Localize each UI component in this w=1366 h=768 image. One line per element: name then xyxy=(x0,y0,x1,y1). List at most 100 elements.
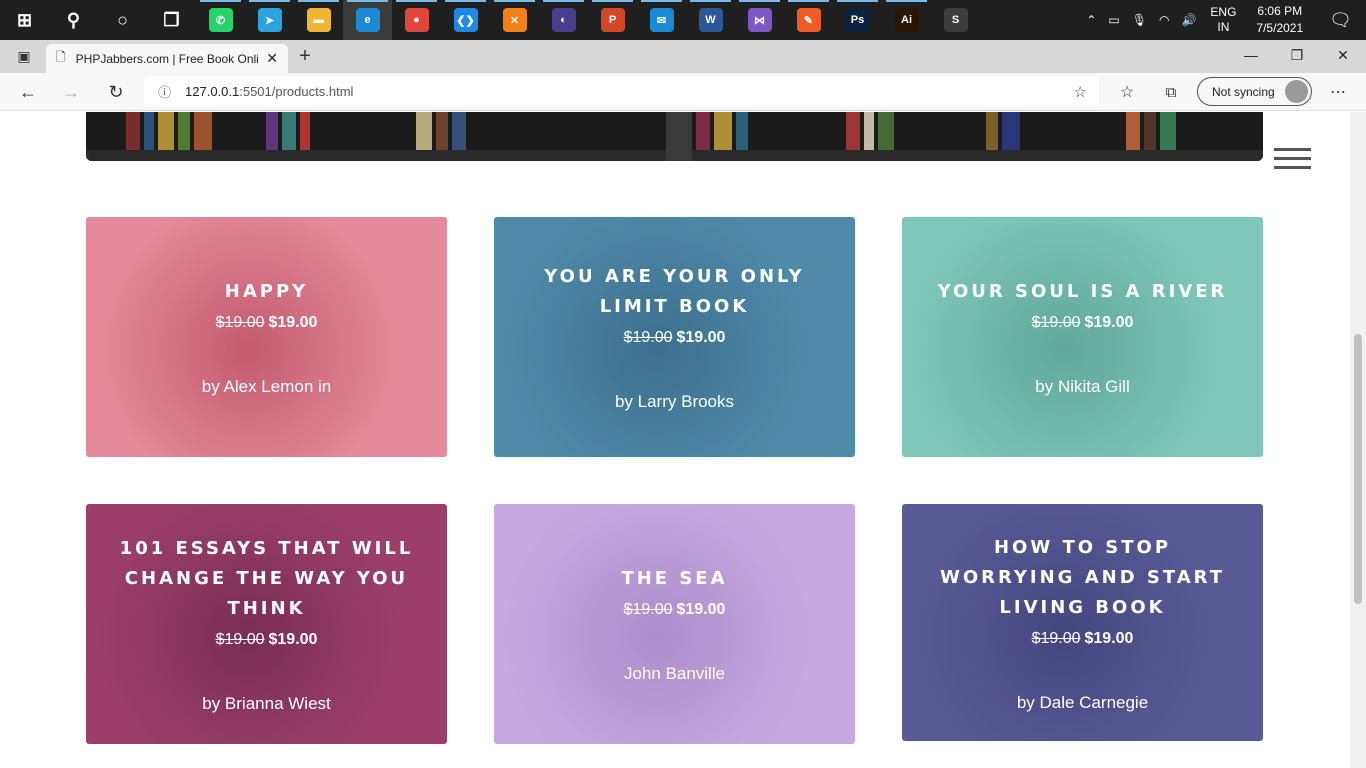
taskbar-button[interactable]: e xyxy=(343,0,392,40)
sale-price: $19.00 xyxy=(676,601,726,618)
product-title[interactable]: 101 essays that will change the way you … xyxy=(106,534,427,624)
clock-date: 7/5/2021 xyxy=(1256,21,1304,35)
whatsapp-icon: ✆ xyxy=(208,8,233,32)
new-tab-icon[interactable]: + xyxy=(290,41,320,71)
product-card[interactable]: Happy $19.00 $19.00 by Alex Lemon in xyxy=(86,217,447,457)
volume-icon[interactable]: 🔊 xyxy=(1175,0,1202,40)
sync-button[interactable]: Not syncing xyxy=(1197,77,1312,106)
language-region: IN xyxy=(1217,20,1230,34)
taskbar-button[interactable]: S xyxy=(931,0,980,40)
taskbar-button[interactable]: ❮❯ xyxy=(441,0,490,40)
back-icon[interactable]: ← xyxy=(13,77,43,107)
battery-icon[interactable]: ▭ xyxy=(1102,0,1125,40)
illustrator-icon: Ai xyxy=(894,8,919,32)
system-tray: ⌃ ▭ 🎙 ◠ 🔊 ENG IN 6:06 PM 7/5/2021 🗨 xyxy=(1080,0,1366,40)
product-card[interactable]: 101 essays that will change the way you … xyxy=(86,504,447,744)
language-indicator[interactable]: ENG IN xyxy=(1202,0,1244,40)
product-price: $19.00 $19.00 xyxy=(216,307,318,339)
vscode-icon: ❮❯ xyxy=(453,8,478,32)
product-author: by Nikita Gill xyxy=(1035,377,1130,396)
product-author: John Banville xyxy=(623,664,726,683)
notifications-icon[interactable]: 🗨 xyxy=(1315,0,1366,40)
taskbar-button[interactable]: ✎ xyxy=(784,0,833,40)
old-price: $19.00 xyxy=(1031,314,1081,331)
taskbar-button[interactable]: Ps xyxy=(833,0,882,40)
sale-price: $19.00 xyxy=(676,329,726,346)
windows-start-icon: ⊞ xyxy=(12,8,37,32)
taskbar-button[interactable]: ✆ xyxy=(196,0,245,40)
taskbar-button[interactable]: ◐ xyxy=(539,0,588,40)
postman-icon: ✎ xyxy=(796,8,821,32)
taskbar-button[interactable]: ⋈ xyxy=(735,0,784,40)
photoshop-icon: Ps xyxy=(845,8,870,32)
page-scrollbar[interactable] xyxy=(1350,112,1366,768)
taskbar-button[interactable]: Ai xyxy=(882,0,931,40)
wifi-icon[interactable]: ◠ xyxy=(1153,0,1175,40)
word-icon: W xyxy=(698,8,723,32)
tab-actions-icon[interactable]: ▣ xyxy=(9,41,39,71)
edge-icon: e xyxy=(355,8,380,32)
product-author: by Brianna Wiest xyxy=(202,694,331,713)
file-explorer-icon: ▬ xyxy=(306,8,331,32)
taskbar-button[interactable]: ✉ xyxy=(637,0,686,40)
taskbar-button[interactable]: ○ xyxy=(98,0,147,40)
taskbar-button[interactable]: ● xyxy=(392,0,441,40)
favorites-icon[interactable]: ☆ xyxy=(1112,77,1142,107)
product-title[interactable]: The Sea xyxy=(621,564,727,594)
menu-toggle-button[interactable] xyxy=(1274,148,1311,170)
sale-price: $19.00 xyxy=(1084,629,1134,647)
collections-icon[interactable]: ⧉ xyxy=(1156,77,1186,107)
site-info-icon[interactable]: ⓘ xyxy=(158,82,171,101)
eclipse-icon: ◐ xyxy=(551,8,576,32)
page-icon: 🗋 xyxy=(56,50,66,64)
refresh-icon[interactable]: ↻ xyxy=(101,77,131,107)
old-price: $19.00 xyxy=(215,314,265,331)
chevron-up-icon[interactable]: ⌃ xyxy=(1080,0,1102,40)
chrome-icon: ● xyxy=(404,8,429,32)
sublime-icon: S xyxy=(943,8,968,32)
more-options-icon[interactable]: ⋯ xyxy=(1323,77,1353,107)
minimize-icon[interactable]: — xyxy=(1228,40,1274,70)
sync-label: Not syncing xyxy=(1212,84,1275,99)
microphone-icon[interactable]: 🎙 xyxy=(1126,0,1153,40)
close-window-icon[interactable]: ✕ xyxy=(1320,40,1366,70)
search-icon: ⚲ xyxy=(61,8,86,32)
restore-icon[interactable]: ❐ xyxy=(1274,40,1320,70)
old-price: $19.00 xyxy=(215,631,265,648)
old-price: $19.00 xyxy=(1031,629,1081,647)
add-favorite-icon[interactable]: ☆ xyxy=(1074,83,1087,101)
product-card[interactable]: How to stop worrying and start living bo… xyxy=(902,504,1263,741)
product-price: $19.00 $19.00 xyxy=(624,322,726,354)
product-author: by Alex Lemon in xyxy=(201,377,332,396)
taskbar-button[interactable]: ⚲ xyxy=(49,0,98,40)
tab-title: PHPJabbers.com | Free Book Onli xyxy=(75,51,259,66)
product-card[interactable]: The Sea $19.00 $19.00 John Banville xyxy=(494,504,855,744)
tab-strip: ▣ 🗋 PHPJabbers.com | Free Book Onli ✕ + xyxy=(0,40,1366,73)
taskbar-button[interactable]: P xyxy=(588,0,637,40)
telegram-icon: ➤ xyxy=(257,8,282,32)
forward-icon[interactable]: → xyxy=(56,77,86,107)
clock[interactable]: 6:06 PM 7/5/2021 xyxy=(1244,0,1315,40)
product-title[interactable]: You are your only limit book xyxy=(514,262,835,322)
avatar xyxy=(1285,80,1308,103)
cortana-icon: ○ xyxy=(110,8,135,32)
product-title[interactable]: Your soul is a river xyxy=(938,277,1228,307)
product-card[interactable]: Your soul is a river $19.00 $19.00 by Nikit… xyxy=(902,217,1263,457)
scrollbar-thumb[interactable] xyxy=(1354,334,1362,604)
close-tab-icon[interactable]: ✕ xyxy=(266,50,278,67)
taskbar-button[interactable]: ⊞ xyxy=(0,0,49,40)
taskbar-button[interactable]: ✕ xyxy=(490,0,539,40)
product-title[interactable]: Happy xyxy=(225,277,308,307)
taskbar-button[interactable]: ➤ xyxy=(245,0,294,40)
product-title[interactable]: How to stop worrying and start living bo… xyxy=(922,533,1243,623)
product-author: by Larry Brooks xyxy=(614,392,735,411)
menu-bar-line xyxy=(1274,148,1311,151)
address-bar[interactable]: ⓘ 127.0.0.1 :5501/products.html ☆ xyxy=(144,76,1099,107)
powerpoint-icon: P xyxy=(600,8,625,32)
taskbar-button[interactable]: ❐ xyxy=(147,0,196,40)
taskbar-button[interactable]: ▬ xyxy=(294,0,343,40)
browser-tab[interactable]: 🗋 PHPJabbers.com | Free Book Onli ✕ xyxy=(46,44,288,73)
taskbar-button[interactable]: W xyxy=(686,0,735,40)
product-card[interactable]: You are your only limit book $19.00 $19.00… xyxy=(494,217,855,457)
clock-time: 6:06 PM xyxy=(1257,4,1303,18)
